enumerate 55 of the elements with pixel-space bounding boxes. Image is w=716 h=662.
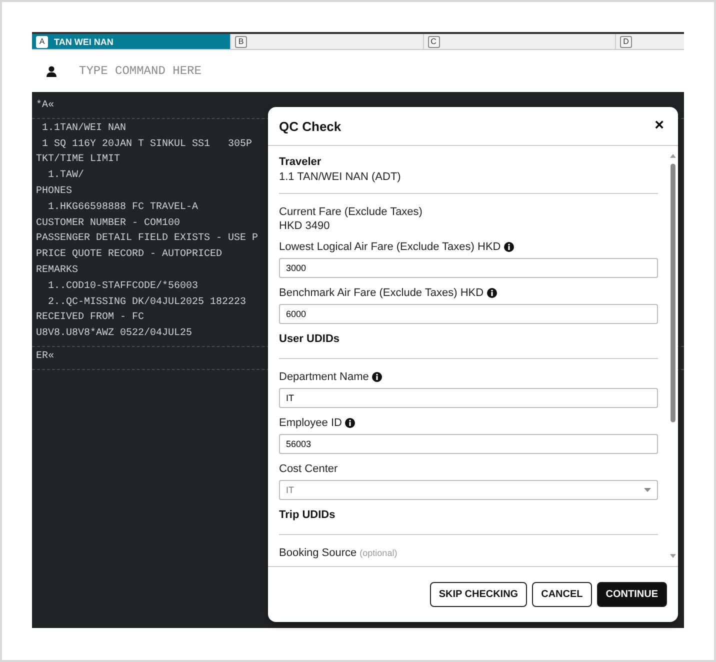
terminal-line: PASSENGER DETAIL FIELD EXISTS - USE P [36,232,258,246]
terminal-line: U8V8.U8V8*AWZ 0522/04JUL25 [36,326,192,342]
info-icon[interactable] [372,372,382,382]
terminal-line: REMARKS [36,264,78,278]
input-field[interactable]: 56003 [279,434,658,454]
field-label: Department Name [279,371,369,383]
fare-value: HKD 3490 [279,220,331,232]
terminal-line: 1 SQ 116Y 20JAN T SINKUL SS1 305P [41,138,252,152]
terminal-line: *A« [36,98,54,113]
info-icon[interactable] [486,288,497,298]
session-tab[interactable]: D [616,34,684,50]
tab-letter: B [235,36,247,48]
field-label: Cost Center [279,463,338,475]
scrollbar-drawing[interactable] [669,152,677,560]
field-label: Benchmark Air Fare (Exclude Taxes) HKD [279,287,484,299]
terminal-line: 1.HKG66598888 FC TRAVEL-A [47,200,198,215]
optional-hint: (optional) [360,548,398,558]
dialog-title: QC Check [279,118,342,134]
field-label: Current Fare (Exclude Taxes) [279,206,424,218]
field-label: Employee ID [279,417,342,429]
close-button[interactable]: × [654,117,664,135]
terminal-line: PHONES [36,184,72,199]
input-field[interactable]: 3000 [279,258,658,278]
dialog-button[interactable]: CANCEL [532,582,592,607]
terminal-line: RECEIVED FROM - FC [36,311,144,326]
input-field[interactable]: 6000 [279,304,658,324]
field-label: Booking Source [279,547,357,559]
tab-letter: D [620,36,632,48]
caret-icon [644,488,651,492]
info-icon[interactable] [504,242,514,252]
terminal-line: PRICE QUOTE RECORD - AUTOPRICED [36,248,222,262]
terminal-line: TKT/TIME LIMIT [36,152,120,168]
field-label: Lowest Logical Air Fare (Exclude Taxes) HKD [279,241,501,253]
tab-letter: A [36,36,48,48]
tab-label: TAN WEI NAN [54,36,114,46]
select-field[interactable]: IT [279,480,658,500]
terminal-line: 1..COD10-STAFFCODE/*56003 [47,280,198,294]
dialog-button[interactable]: CONTINUE [596,582,667,607]
terminal-line: 1.1TAN/WEI NAN [41,122,126,136]
info-icon[interactable] [344,418,355,428]
tab-letter: C [428,36,440,48]
session-tab[interactable]: A TAN WEI NAN [32,34,231,50]
input-field[interactable]: IT [279,388,658,408]
terminal-line: 2..QC-MISSING DK/04JUL2025 182223 [47,296,246,310]
section-heading: Trip UDIDs [279,509,336,521]
section-heading: Traveler [279,156,322,168]
session-tab[interactable]: B [231,34,424,50]
traveler-value: 1.1 TAN/WEI NAN (ADT) [279,171,402,183]
terminal-line: 1.TAW/ [47,168,84,184]
session-tab[interactable]: C [424,34,616,50]
dialog-button[interactable]: SKIP CHECKING [430,582,528,607]
user-icon [46,66,57,76]
terminal-line: CUSTOMER NUMBER - COM100 [36,216,180,231]
section-heading: User UDIDs [279,333,341,345]
terminal-line: ER« [36,350,54,364]
